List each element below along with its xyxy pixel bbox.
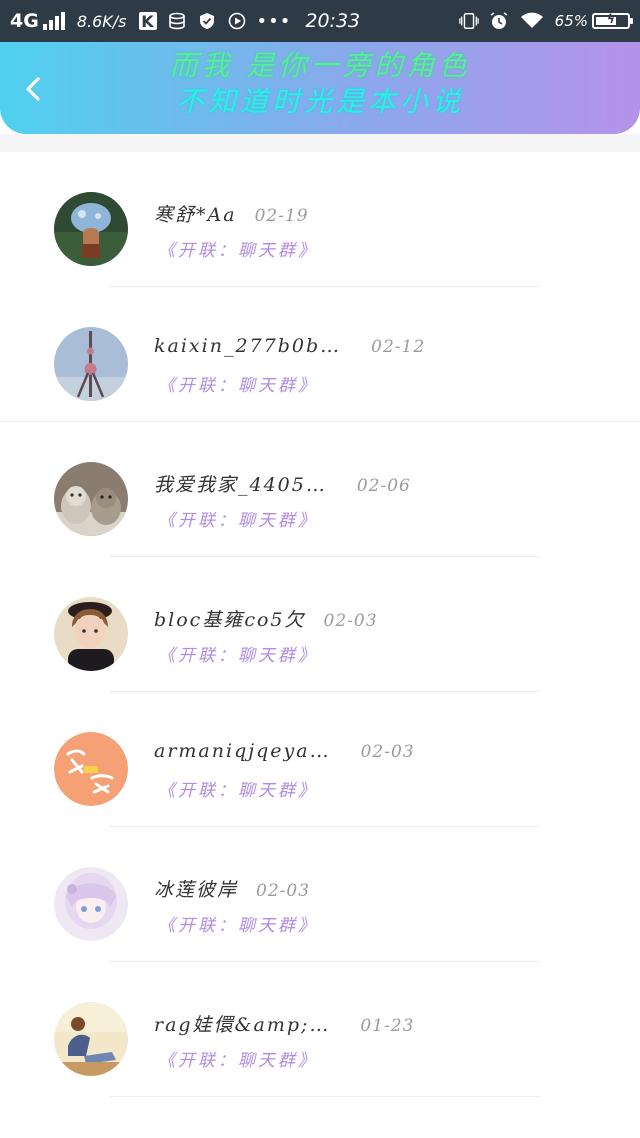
alarm-icon xyxy=(489,11,509,31)
avatar[interactable] xyxy=(54,597,128,671)
item-date: 02-12 xyxy=(371,337,426,357)
vibrate-icon xyxy=(458,11,479,31)
item-group: 《开联：聊天群》 xyxy=(158,241,318,261)
avatar[interactable] xyxy=(54,192,128,266)
network-type: 4G xyxy=(10,10,39,32)
header-title-line1: 而我 是你一旁的角色 xyxy=(169,49,471,82)
item-name-row: 寒舒*Aa 02-19 xyxy=(154,200,309,227)
avatar[interactable] xyxy=(54,732,128,806)
item-group: 《开联：聊天群》 xyxy=(158,916,318,936)
list-item[interactable]: bloc基雍co5欠 02-03 《开联：聊天群》 xyxy=(0,557,640,692)
list-item[interactable]: 我爱我家_4405… 02-06 《开联：聊天群》 xyxy=(0,422,640,557)
item-name-row: kaixin_277b0b… 02-12 xyxy=(154,335,425,357)
status-bar: 4G 8.6K/s K ••• 20:33 65% ϟ xyxy=(0,0,640,42)
list-item[interactable]: 冰莲彼岸 02-03 《开联：聊天群》 xyxy=(0,827,640,962)
network-speed: 8.6K/s xyxy=(76,11,127,31)
user-name: armaniqjqeya… xyxy=(154,740,331,762)
item-date: 02-03 xyxy=(360,742,415,762)
list-item[interactable]: 寒舒*Aa 02-19 《开联：聊天群》 xyxy=(0,152,640,287)
user-name: kaixin_277b0b… xyxy=(154,335,342,357)
header-banner: 而我 是你一旁的角色 不知道时光是本小说 xyxy=(0,42,640,134)
item-date: 01-23 xyxy=(360,1016,415,1036)
avatar[interactable] xyxy=(54,1002,128,1076)
charging-bolt-icon: ϟ xyxy=(607,12,615,26)
status-bar-left: 4G 8.6K/s K ••• 20:33 xyxy=(10,0,360,42)
item-date: 02-19 xyxy=(254,206,309,226)
item-name-row: bloc基雍co5欠 02-03 xyxy=(154,605,378,632)
status-bar-right: 65% ϟ xyxy=(458,0,633,42)
avatar[interactable] xyxy=(54,327,128,401)
more-icon: ••• xyxy=(256,10,292,32)
list-item[interactable]: rag娃儇&amp;… 01-23 《开联：聊天群》 xyxy=(0,962,640,1097)
list-item[interactable]: armaniqjqeya… 02-03 《开联：聊天群》 xyxy=(0,692,640,827)
item-group: 《开联：聊天群》 xyxy=(158,781,318,801)
signal-icon xyxy=(42,12,67,30)
item-group: 《开联：聊天群》 xyxy=(158,1051,318,1071)
user-name: 寒舒*Aa xyxy=(154,204,237,226)
battery-percent: 65% xyxy=(554,12,588,30)
item-date: 02-03 xyxy=(256,881,311,901)
item-date: 02-06 xyxy=(356,476,411,496)
wifi-icon xyxy=(519,11,545,31)
item-name-row: 我爱我家_4405… 02-06 xyxy=(154,470,411,497)
play-icon xyxy=(227,11,247,31)
clock: 20:33 xyxy=(305,10,361,32)
user-name: bloc基雍co5欠 xyxy=(154,609,306,631)
avatar[interactable] xyxy=(54,462,128,536)
data-icon xyxy=(167,11,187,31)
section-gap xyxy=(0,134,640,152)
user-name: 我爱我家_4405… xyxy=(154,474,327,496)
item-name-row: rag娃儇&amp;… 01-23 xyxy=(154,1010,414,1037)
battery-icon: ϟ xyxy=(592,12,633,29)
item-group: 《开联：聊天群》 xyxy=(158,376,318,396)
item-group: 《开联：聊天群》 xyxy=(158,511,318,531)
user-name: rag娃儇&amp;… xyxy=(154,1014,331,1036)
item-date: 02-03 xyxy=(323,611,378,631)
shield-icon xyxy=(197,11,217,31)
user-list: 寒舒*Aa 02-19 《开联：聊天群》 kaixin_277b0b… 02-12 … xyxy=(0,152,640,1097)
item-name-row: 冰莲彼岸 02-03 xyxy=(154,875,310,902)
item-group: 《开联：聊天群》 xyxy=(158,646,318,666)
k-app-icon: K xyxy=(138,12,157,31)
avatar[interactable] xyxy=(54,867,128,941)
divider xyxy=(110,1096,540,1097)
list-item[interactable]: kaixin_277b0b… 02-12 《开联：聊天群》 xyxy=(0,287,640,422)
header-title-line2: 不知道时光是本小说 xyxy=(175,85,464,118)
item-name-row: armaniqjqeya… 02-03 xyxy=(154,740,415,762)
user-name: 冰莲彼岸 xyxy=(154,879,239,901)
